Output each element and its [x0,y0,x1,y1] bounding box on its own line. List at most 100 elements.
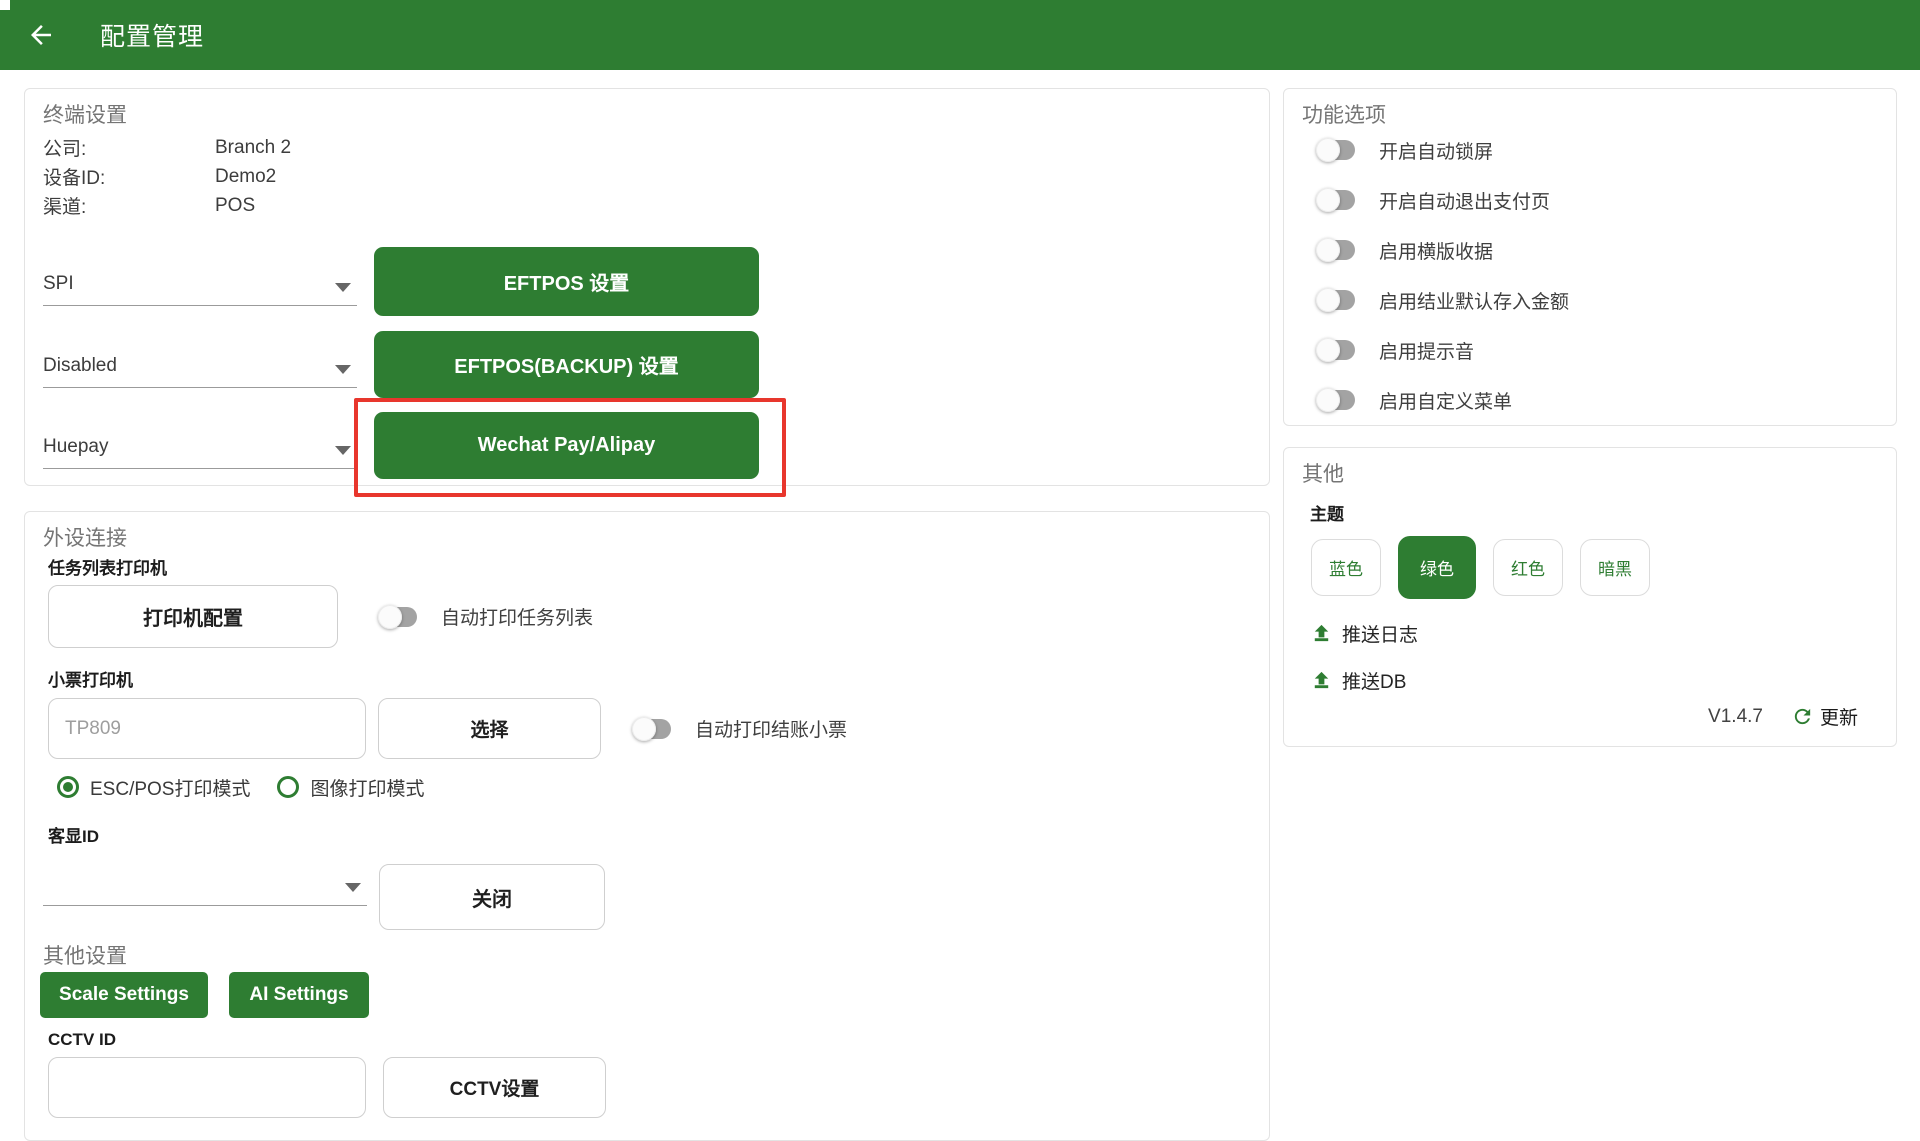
eftpos-backup-value: Disabled [43,355,117,376]
info-row-device-id: 设备ID: Demo2 [43,162,291,191]
update-label: 更新 [1819,708,1858,729]
eftpos-mode-dropdown[interactable]: SPI [43,266,357,306]
cctv-settings-button[interactable]: CCTV设置 [383,1057,606,1118]
auto-lock-toggle[interactable] [1316,138,1355,162]
feature-options-title: 功能选项 [1302,104,1386,127]
wechat-provider-value: Huepay [43,436,109,457]
toggle-knob [1316,188,1340,212]
upload-icon [1314,671,1329,689]
wechat-alipay-row: Huepay Wechat Pay/Alipay [25,412,1269,479]
toggle-knob [378,604,402,629]
receipt-printer-label: 小票打印机 [48,671,133,690]
toggle-row-auto-lock: 开启自动锁屏 [1316,137,1494,163]
other-title: 其他 [1302,463,1344,486]
auto-exit-payment-label: 开启自动退出支付页 [1379,191,1551,213]
toggle-row-landscape-receipt: 启用横版收据 [1316,237,1494,263]
toggle-knob [1316,388,1340,412]
auto-print-job-list-label: 自动打印任务列表 [441,608,594,629]
toggle-row-beep-sound: 启用提示音 [1316,337,1475,363]
wechat-provider-dropdown[interactable]: Huepay [43,429,357,469]
toggle-knob [1316,238,1340,262]
beep-sound-label: 启用提示音 [1379,341,1475,363]
device-id-label: 设备ID: [43,168,106,189]
push-log-label: 推送日志 [1342,625,1419,646]
feature-options-card: 功能选项 开启自动锁屏 开启自动退出支付页 启用横版收据 启用结业默认存入金额 … [1283,88,1897,426]
custom-menu-toggle[interactable] [1316,388,1355,412]
radio-escpos-mode[interactable] [57,776,79,798]
customer-display-label: 客显ID [48,827,99,846]
theme-dark-button[interactable]: 暗黑 [1580,539,1650,596]
peripheral-connection-card: 外设连接 任务列表打印机 打印机配置 自动打印任务列表 小票打印机 选择 自动打… [24,511,1270,1141]
receipt-printer-input[interactable] [48,698,366,759]
terminal-info: 公司: Branch 2 设备ID: Demo2 渠道: POS [43,133,291,220]
eftpos-settings-button[interactable]: EFTPOS 设置 [374,247,759,316]
toggle-knob [1316,338,1340,362]
push-db-action[interactable]: 推送DB [1310,667,1406,694]
ai-settings-button[interactable]: AI Settings [229,972,369,1018]
close-button[interactable]: 关闭 [379,864,605,930]
corner-artifact [0,0,10,10]
company-value: Branch 2 [215,136,292,158]
page-title: 配置管理 [100,23,205,51]
landscape-receipt-label: 启用横版收据 [1379,241,1494,263]
other-settings-title: 其他设置 [43,945,127,968]
channel-label: 渠道: [43,197,87,218]
upload-icon [1314,624,1329,642]
landscape-receipt-toggle[interactable] [1316,238,1355,262]
printer-config-button[interactable]: 打印机配置 [48,585,338,648]
default-deposit-toggle[interactable] [1316,288,1355,312]
auto-print-receipt-row: 自动打印结账小票 [632,698,847,759]
push-db-label: 推送DB [1342,672,1407,693]
info-row-channel: 渠道: POS [43,191,291,220]
toggle-row-auto-exit-payment: 开启自动退出支付页 [1316,187,1551,213]
custom-menu-label: 启用自定义菜单 [1379,391,1513,413]
auto-exit-payment-toggle[interactable] [1316,188,1355,212]
info-row-company: 公司: Branch 2 [43,133,291,162]
beep-sound-toggle[interactable] [1316,338,1355,362]
auto-print-job-list-toggle[interactable] [378,604,417,629]
cctv-id-input[interactable] [48,1057,366,1118]
radio-image-mode[interactable] [277,776,300,798]
eftpos-backup-row: Disabled EFTPOS(BACKUP) 设置 [25,331,1269,398]
toggle-row-default-deposit: 启用结业默认存入金额 [1316,287,1570,313]
theme-options: 蓝色 绿色 红色 暗黑 [1311,536,1650,599]
update-action[interactable]: 更新 [1791,703,1858,730]
config-management-screen: { "header": { "title": "配置管理" }, "termin… [0,0,1920,1141]
device-id-value: Demo2 [215,165,277,187]
auto-print-job-list-row: 自动打印任务列表 [378,585,594,648]
dropdown-caret-icon [335,446,351,455]
eftpos-mode-value: SPI [43,273,74,294]
theme-label: 主题 [1310,505,1344,524]
default-deposit-label: 启用结业默认存入金额 [1379,291,1570,313]
terminal-settings-card: 终端设置 公司: Branch 2 设备ID: Demo2 渠道: POS SP… [24,88,1270,486]
dropdown-caret-icon [345,883,361,892]
app-header: 配置管理 [0,0,1920,70]
escpos-mode-label: ESC/POS打印模式 [90,778,251,800]
other-card: 其他 主题 蓝色 绿色 红色 暗黑 推送日志 推送DB V1.4.7 更新 [1283,447,1897,747]
theme-red-button[interactable]: 红色 [1493,539,1563,596]
select-printer-button[interactable]: 选择 [378,698,601,759]
back-button[interactable] [18,12,64,58]
toggle-row-custom-menu: 启用自定义菜单 [1316,387,1513,413]
toggle-knob [632,716,656,741]
toggle-knob [1316,138,1340,162]
eftpos-backup-settings-button[interactable]: EFTPOS(BACKUP) 设置 [374,331,759,398]
auto-lock-label: 开启自动锁屏 [1379,141,1494,163]
peripheral-title: 外设连接 [43,527,127,550]
auto-print-receipt-toggle[interactable] [632,716,671,741]
push-log-action[interactable]: 推送日志 [1310,620,1418,647]
theme-green-button[interactable]: 绿色 [1398,536,1476,599]
version-row: V1.4.7 更新 [1708,703,1858,730]
customer-display-dropdown[interactable] [43,858,367,906]
print-mode-radio-group: ESC/POS打印模式 图像打印模式 [57,774,441,800]
version-text: V1.4.7 [1708,705,1763,727]
cctv-id-label: CCTV ID [48,1030,116,1049]
scale-settings-button[interactable]: Scale Settings [40,972,208,1018]
eftpos-backup-dropdown[interactable]: Disabled [43,348,357,388]
channel-value: POS [215,194,256,216]
toggle-knob [1316,288,1340,312]
theme-blue-button[interactable]: 蓝色 [1311,539,1381,596]
dropdown-caret-icon [335,283,351,292]
wechat-pay-alipay-button[interactable]: Wechat Pay/Alipay [374,412,759,479]
refresh-icon [1794,708,1811,725]
